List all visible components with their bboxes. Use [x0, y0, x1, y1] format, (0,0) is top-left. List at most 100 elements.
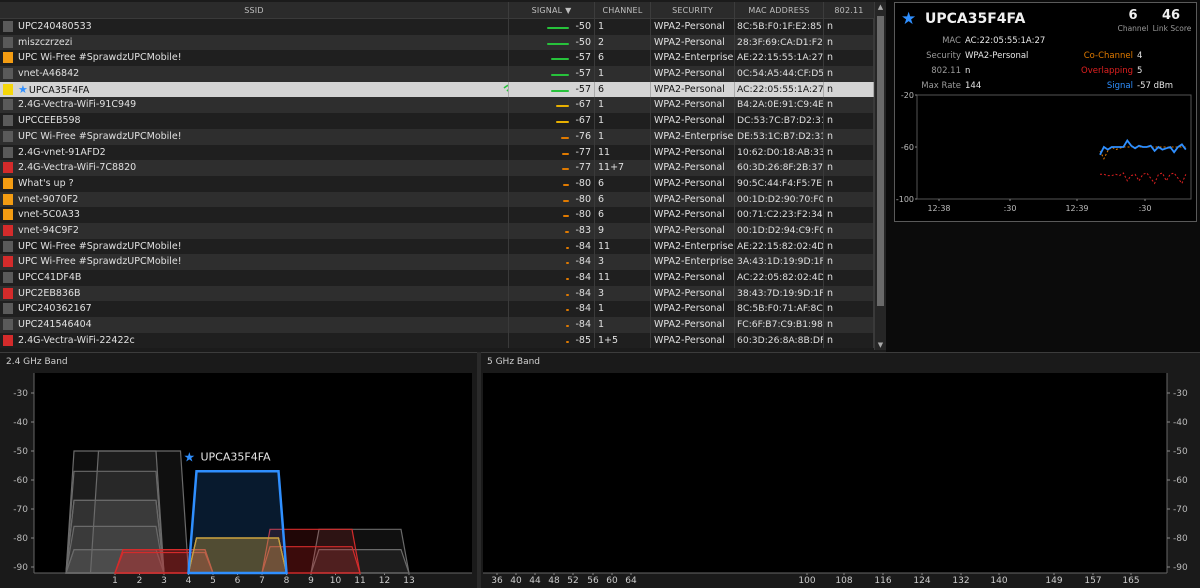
table-row[interactable]: vnet-9070F2 -80 6 WPA2-Personal 00:1D:D2:90:… [0, 191, 874, 208]
channel-cell: 1 [595, 113, 651, 129]
network-color-swatch[interactable] [3, 177, 13, 189]
band-5ghz-title: 5 GHz Band [487, 357, 541, 367]
band-channel-tick: 5 [210, 576, 216, 586]
mac-address-cell: AC:22:05:55:1A:27 [735, 81, 824, 98]
security-cell: WPA2-Personal [651, 222, 735, 239]
table-row[interactable]: miszczrzezi -50 2 WPA2-Personal 28:3F:69:CA:… [0, 34, 874, 51]
band-channel-tick: 6 [235, 576, 241, 586]
signal-strength-bar [566, 309, 569, 312]
band-channel-tick: 116 [874, 576, 891, 586]
network-color-swatch[interactable] [3, 193, 13, 205]
signal-value: -80 [575, 209, 591, 221]
network-color-swatch[interactable] [3, 319, 13, 331]
network-color-swatch[interactable] [3, 287, 13, 299]
channel-cell: 6 [595, 207, 651, 223]
table-row[interactable]: UPC240362167 -84 1 WPA2-Personal 8C:5B:F0:71… [0, 301, 874, 318]
signal-strength-bar [547, 27, 569, 29]
table-row[interactable]: vnet-5C0A33 -80 6 WPA2-Personal 00:71:C2:23:… [0, 207, 874, 223]
table-row[interactable]: UPC Wi-Free #SprawdzUPCMobile! -84 3 WPA2-E… [0, 254, 874, 270]
network-color-swatch[interactable] [3, 52, 13, 64]
network-color-swatch[interactable] [3, 162, 13, 174]
table-row[interactable]: UPC2EB836B -84 3 WPA2-Personal 38:43:7D:19:9… [0, 285, 874, 302]
network-color-swatch[interactable] [3, 224, 13, 236]
signal-value: -84 [575, 272, 591, 283]
standard-cell: n [824, 254, 874, 270]
scroll-down-icon[interactable]: ▼ [875, 340, 886, 350]
network-color-swatch[interactable] [3, 21, 13, 32]
network-color-swatch[interactable] [3, 115, 13, 127]
network-table-body: UPC240480533 -50 1 WPA2-Personal 8C:5B:F0:1F… [0, 19, 874, 352]
scrollbar-thumb[interactable] [877, 16, 884, 306]
signal-cell: -84 [509, 301, 595, 318]
mac-address-cell: DC:53:7C:B7:D2:31 [735, 113, 824, 129]
standard-value: n [965, 66, 971, 76]
table-row[interactable]: UPCCEEB598 -67 1 WPA2-Personal DC:53:7C:B7:D… [0, 113, 874, 129]
standard-cell: n [824, 97, 874, 114]
band-y-tick: -70 [13, 505, 28, 515]
ssid-cell: 2.4G-Vectra-WiFi-91C949 [16, 97, 509, 114]
table-row[interactable]: vnet-94C9F2 -83 9 WPA2-Personal 00:1D:D2:94:… [0, 222, 874, 239]
mini-chart-y-tick: -20 [901, 91, 914, 100]
security-cell: WPA2-Personal [651, 144, 735, 161]
network-color-swatch[interactable] [3, 303, 13, 315]
standard-cell: n [824, 270, 874, 286]
column-header-channel[interactable]: CHANNEL [595, 2, 651, 19]
table-row[interactable]: UPC240480533 -50 1 WPA2-Personal 8C:5B:F0:1F… [0, 19, 874, 35]
mac-address-cell: 38:43:7D:19:9D:1F [735, 285, 824, 302]
channel-cell: 6 [595, 50, 651, 67]
network-color-swatch[interactable] [3, 209, 13, 221]
standard-cell: n [824, 317, 874, 333]
network-color-swatch[interactable] [3, 146, 13, 158]
column-header-standard[interactable]: 802.11 [824, 2, 874, 19]
signal-cell: -80 [509, 175, 595, 192]
table-row[interactable]: 2.4G-Vectra-WiFi-22422c -85 1+5 WPA2-Person… [0, 332, 874, 349]
table-row[interactable]: UPC Wi-Free #SprawdzUPCMobile! -57 6 WPA2-E… [0, 50, 874, 67]
table-row[interactable]: 2.4G-Vectra-WiFi-91C949 -67 1 WPA2-Personal… [0, 97, 874, 114]
table-row[interactable]: 2.4G-vnet-91AFD2 -77 11 WPA2-Personal 10:62:… [0, 144, 874, 161]
table-row[interactable]: UPC241546404 -84 1 WPA2-Personal FC:6F:B7:C9… [0, 317, 874, 333]
signal-value: -77 [575, 162, 591, 174]
favorite-star-icon[interactable]: ★ [901, 9, 916, 29]
column-header-mac[interactable]: MAC ADDRESS [735, 2, 824, 19]
column-header-security[interactable]: SECURITY [651, 2, 735, 19]
table-scrollbar[interactable]: ▲ ▼ [874, 2, 886, 350]
table-row[interactable]: UPC Wi-Free #SprawdzUPCMobile! -76 1 WPA2-E… [0, 128, 874, 145]
network-color-swatch[interactable] [3, 99, 13, 111]
network-color-swatch[interactable] [3, 334, 13, 346]
ssid-cell: vnet-94C9F2 [16, 222, 509, 239]
band-plot-area [483, 373, 1167, 573]
column-header-ssid[interactable]: SSID [0, 2, 509, 19]
signal-strength-bar [566, 278, 569, 280]
ssid-cell: vnet-5C0A33 [16, 207, 509, 223]
signal-value: -84 [575, 240, 591, 252]
network-color-swatch[interactable] [3, 130, 13, 142]
column-header-signal[interactable]: SIGNAL ▼ [509, 2, 595, 19]
network-color-swatch[interactable] [3, 83, 13, 95]
table-row[interactable]: vnet-A46842 -57 1 WPA2-Personal 0C:54:A5:44:… [0, 66, 874, 82]
detail-cochannel-row: Co-Channel 4 [1043, 51, 1143, 62]
ssid-text: UPC Wi-Free #SprawdzUPCMobile! [18, 52, 182, 64]
ssid-cell: vnet-A46842 [16, 66, 509, 82]
band-y-tick: -40 [1173, 418, 1188, 428]
band-y-tick: -90 [13, 563, 28, 573]
table-row[interactable]: UPC Wi-Free #SprawdzUPCMobile! -84 11 WPA2-… [0, 238, 874, 255]
security-cell: WPA2-Personal [651, 175, 735, 192]
scroll-up-icon[interactable]: ▲ [875, 2, 886, 12]
security-cell: WPA2-Personal [651, 270, 735, 286]
network-color-swatch[interactable] [3, 256, 13, 268]
table-row[interactable]: What's up ? -80 6 WPA2-Personal 90:5C:44:F4:… [0, 175, 874, 192]
table-row-selected[interactable]: ★UPCA35F4FA -57 6 WPA2-Personal AC:22:05:55:… [0, 81, 874, 98]
security-cell: WPA2-Personal [651, 66, 735, 82]
channel-cell: 11 [595, 238, 651, 255]
star-icon[interactable]: ★ [18, 82, 28, 98]
network-color-swatch[interactable] [3, 272, 13, 283]
table-row[interactable]: UPCC41DF4B -84 11 WPA2-Personal AC:22:05:82:… [0, 270, 874, 286]
standard-cell: n [824, 113, 874, 129]
security-cell: WPA2-Personal [651, 191, 735, 208]
standard-cell: n [824, 285, 874, 302]
network-color-swatch[interactable] [3, 36, 13, 48]
network-color-swatch[interactable] [3, 240, 13, 252]
network-color-swatch[interactable] [3, 68, 13, 80]
table-row[interactable]: 2.4G-Vectra-WiFi-7C8820 -77 11+7 WPA2-Perso… [0, 160, 874, 176]
band-channel-tick: 44 [529, 576, 541, 586]
